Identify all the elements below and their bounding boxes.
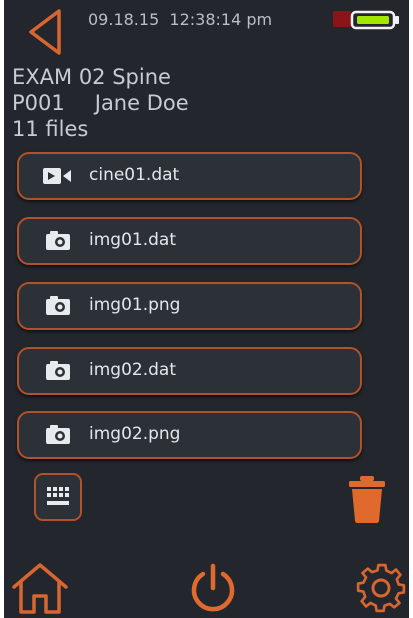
power-button[interactable]	[185, 560, 241, 616]
file-name: img02.png	[89, 424, 181, 444]
gear-icon	[356, 563, 406, 613]
date-text: 09.18.15	[88, 10, 160, 29]
file-name: img02.dat	[89, 360, 176, 380]
home-button[interactable]	[10, 561, 70, 615]
file-name: cine01.dat	[89, 165, 180, 185]
camera-icon	[41, 230, 75, 252]
back-button[interactable]	[26, 8, 64, 56]
home-icon	[12, 563, 68, 614]
device-screen: 09.18.15 12:38:14 pm EXAM 02 Spine P001 J…	[4, 0, 409, 618]
status-bar: 09.18.15 12:38:14 pm	[4, 0, 409, 60]
file-item-img01-dat[interactable]: img01.dat	[17, 217, 362, 265]
delete-button[interactable]	[347, 474, 387, 524]
date-time: 09.18.15 12:38:14 pm	[88, 10, 272, 29]
power-icon	[191, 563, 235, 612]
file-item-img01-png[interactable]: img01.png	[17, 282, 362, 330]
camera-icon	[41, 360, 75, 382]
file-count: 11 files	[12, 117, 89, 141]
file-name: img01.dat	[89, 230, 176, 250]
keyboard-icon	[47, 487, 69, 505]
patient-row: P001 Jane Doe	[12, 90, 189, 116]
battery-icon	[350, 10, 402, 30]
file-item-cine01-dat[interactable]: cine01.dat	[17, 152, 362, 200]
recording-indicator	[333, 11, 351, 27]
settings-button[interactable]	[354, 560, 408, 616]
patient-name: Jane Doe	[94, 91, 189, 115]
file-item-img02-dat[interactable]: img02.dat	[17, 347, 362, 395]
video-camera-icon	[41, 165, 75, 187]
time-text: 12:38:14 pm	[169, 10, 273, 29]
file-item-img02-png[interactable]: img02.png	[17, 411, 362, 459]
exam-info: EXAM 02 Spine P001 Jane Doe 11 files	[12, 64, 189, 142]
camera-icon	[41, 295, 75, 317]
patient-id: P001	[12, 91, 65, 115]
camera-icon	[41, 424, 75, 446]
file-name: img01.png	[89, 295, 181, 315]
back-arrow-icon	[29, 9, 61, 55]
keyboard-button[interactable]	[34, 473, 82, 521]
trash-icon	[349, 476, 385, 523]
exam-title: EXAM 02 Spine	[12, 65, 171, 89]
